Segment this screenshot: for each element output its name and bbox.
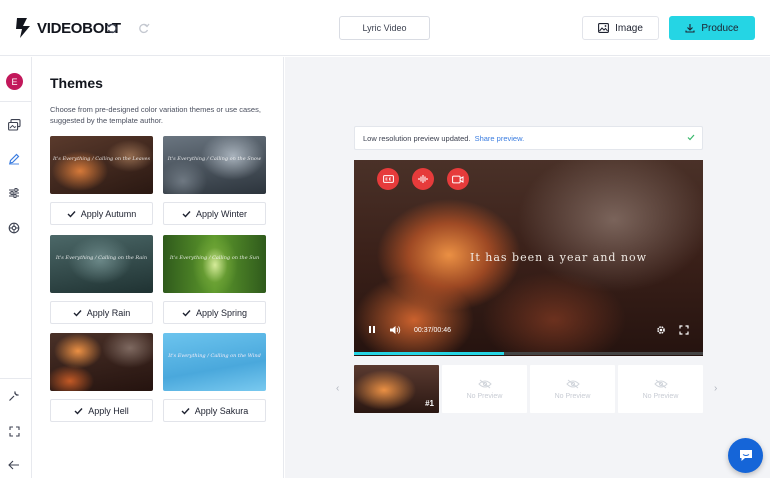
video-player[interactable]: It has been a year and now 00:37/00:46 xyxy=(354,160,703,356)
scene-thumbnail-empty[interactable]: No Preview xyxy=(618,365,703,413)
apply-hell-label: Apply Hell xyxy=(88,405,129,416)
download-icon xyxy=(685,24,695,33)
check-icon xyxy=(687,134,695,143)
panel-description: Choose from pre-designed color variation… xyxy=(50,105,261,125)
eye-off-icon xyxy=(477,379,492,388)
apply-autumn-label: Apply Autumn xyxy=(80,208,137,219)
apply-rain-label: Apply Rain xyxy=(86,307,131,318)
check-icon xyxy=(74,407,83,415)
panel-title: Themes xyxy=(50,75,103,91)
top-bar: VIDEOBOLT Lyric Video Image Produce xyxy=(0,0,770,56)
pause-icon[interactable] xyxy=(368,325,376,334)
no-preview-label: No Preview xyxy=(554,392,591,400)
edit-pen-icon[interactable] xyxy=(7,152,21,166)
apply-autumn-button[interactable]: Apply Autumn xyxy=(50,202,153,225)
produce-button-label: Produce xyxy=(701,22,739,34)
redo-icon[interactable] xyxy=(136,20,152,36)
filmstrip-next-arrow[interactable]: › xyxy=(714,383,717,394)
sliders-icon[interactable] xyxy=(7,186,21,200)
theme-card-autumn: It's Everything / Calling on the Leaves … xyxy=(50,136,153,225)
thumbnail-caption: It's Everything / Calling on the Sun xyxy=(169,255,260,261)
share-preview-link[interactable]: Share preview. xyxy=(475,134,525,143)
apply-spring-button[interactable]: Apply Spring xyxy=(163,301,266,324)
theme-card-rain: It's Everything / Calling on the Rain Ap… xyxy=(50,235,153,324)
apply-winter-button[interactable]: Apply Winter xyxy=(163,202,266,225)
apply-spring-label: Apply Spring xyxy=(195,307,248,318)
eye-off-icon xyxy=(653,379,668,388)
scene-number: #1 xyxy=(425,399,434,408)
theme-thumbnail-spring[interactable]: It's Everything / Calling on the Sun xyxy=(163,235,266,293)
avatar[interactable]: E xyxy=(6,73,23,90)
rail-divider xyxy=(0,378,32,379)
check-icon xyxy=(182,309,191,317)
rail-divider xyxy=(0,101,32,102)
check-icon xyxy=(182,210,191,218)
theme-card-hell: Apply Hell xyxy=(50,333,153,422)
no-preview-label: No Preview xyxy=(466,392,503,400)
project-title[interactable]: Lyric Video xyxy=(339,16,430,40)
theme-thumbnail-sakura[interactable]: It's Everything / Calling on the Wind xyxy=(163,333,266,391)
playback-time: 00:37/00:46 xyxy=(414,327,451,334)
volume-icon[interactable] xyxy=(389,325,401,335)
theme-card-sakura: It's Everything / Calling on the Wind Ap… xyxy=(163,333,266,422)
thumbnail-caption: It's Everything / Calling on the Leaves xyxy=(52,156,151,162)
wrench-icon[interactable] xyxy=(7,389,21,403)
check-icon xyxy=(67,210,76,218)
produce-button[interactable]: Produce xyxy=(669,16,755,40)
scenes-icon[interactable] xyxy=(7,118,21,132)
apply-sakura-button[interactable]: Apply Sakura xyxy=(163,399,266,422)
chat-bubble-icon xyxy=(739,450,752,461)
theme-thumbnail-winter[interactable]: It's Everything / Calling on the Snow xyxy=(163,136,266,194)
video-camera-icon[interactable] xyxy=(447,168,469,190)
check-icon xyxy=(181,407,190,415)
fullscreen-icon[interactable] xyxy=(7,424,21,438)
undo-icon[interactable] xyxy=(104,20,120,36)
image-button[interactable]: Image xyxy=(582,16,659,40)
notice-text: Low resolution preview updated. xyxy=(363,133,471,143)
theme-thumbnail-rain[interactable]: It's Everything / Calling on the Rain xyxy=(50,235,153,293)
audio-wave-icon[interactable] xyxy=(412,168,434,190)
caption-icon[interactable] xyxy=(377,168,399,190)
fullscreen-icon[interactable] xyxy=(679,325,689,335)
scene-thumbnail-empty[interactable]: No Preview xyxy=(442,365,527,413)
theme-thumbnail-autumn[interactable]: It's Everything / Calling on the Leaves xyxy=(50,136,153,194)
settings-cog-icon[interactable] xyxy=(7,221,21,235)
filmstrip-prev-arrow[interactable]: ‹ xyxy=(336,383,339,394)
preview-area: Low resolution preview updated. Share pr… xyxy=(285,57,770,478)
lyric-text: It has been a year and now xyxy=(470,251,648,264)
image-button-label: Image xyxy=(615,22,643,34)
left-rail: E xyxy=(0,57,32,478)
theme-thumbnail-hell[interactable] xyxy=(50,333,153,391)
preview-notice: Low resolution preview updated. Share pr… xyxy=(354,126,703,150)
apply-winter-label: Apply Winter xyxy=(195,208,248,219)
apply-hell-button[interactable]: Apply Hell xyxy=(50,399,153,422)
progress-fill xyxy=(354,352,505,355)
scene-thumbnail-empty[interactable]: No Preview xyxy=(530,365,615,413)
no-preview-label: No Preview xyxy=(642,392,679,400)
bolt-logo-icon xyxy=(16,18,30,38)
settings-gear-icon[interactable] xyxy=(656,325,666,335)
thumbnail-caption: It's Everything / Calling on the Snow xyxy=(167,156,262,162)
theme-card-winter: It's Everything / Calling on the Snow Ap… xyxy=(163,136,266,225)
themes-panel: Themes Choose from pre-designed color va… xyxy=(33,57,284,478)
theme-card-spring: It's Everything / Calling on the Sun App… xyxy=(163,235,266,324)
apply-sakura-label: Apply Sakura xyxy=(194,405,249,416)
check-icon xyxy=(73,309,82,317)
progress-bar[interactable] xyxy=(354,352,703,355)
chat-support-button[interactable] xyxy=(728,438,763,473)
collapse-arrow-icon[interactable] xyxy=(7,458,21,472)
eye-off-icon xyxy=(565,379,580,388)
thumbnail-caption: It's Everything / Calling on the Wind xyxy=(168,353,261,359)
thumbnail-caption: It's Everything / Calling on the Rain xyxy=(55,255,148,261)
scene-thumbnail-active[interactable]: #1 xyxy=(354,365,439,413)
apply-rain-button[interactable]: Apply Rain xyxy=(50,301,153,324)
image-icon xyxy=(598,23,610,33)
